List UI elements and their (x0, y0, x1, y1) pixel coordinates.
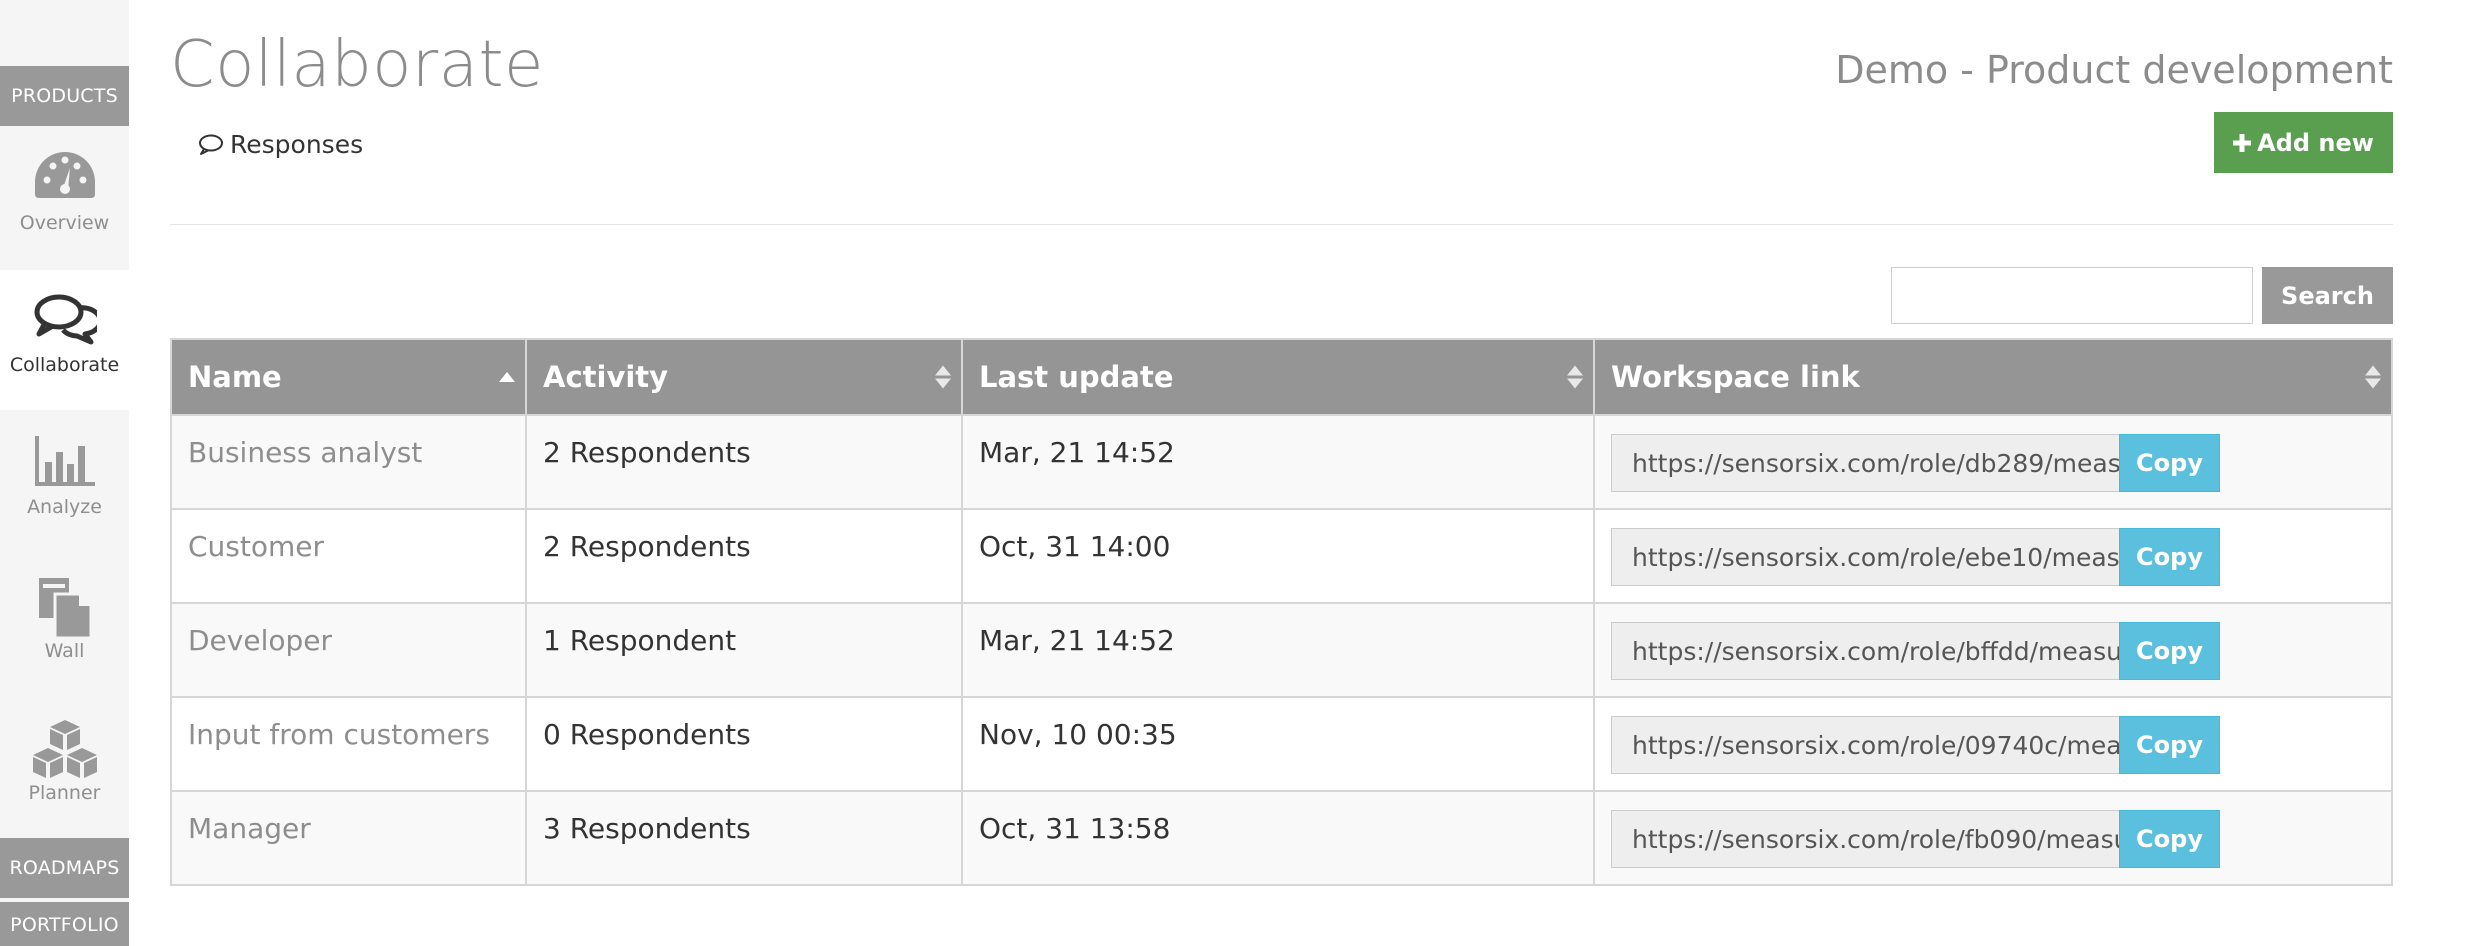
last-update-cell: Oct, 31 14:00 (963, 510, 1595, 602)
plus-icon (2233, 133, 2252, 152)
add-new-button[interactable]: Add new (2214, 112, 2393, 173)
role-name[interactable]: Developer (172, 604, 527, 696)
sidebar-header-roadmaps[interactable]: ROADMAPS (0, 838, 129, 898)
copy-button[interactable]: Copy (2119, 810, 2220, 868)
page-title: Collaborate (170, 28, 544, 102)
tab-responses-label: Responses (230, 130, 364, 159)
project-name: Demo - Product development (1835, 48, 2393, 92)
table-header: Name Activity Last update Workspace link (172, 340, 2391, 414)
sort-icon (935, 365, 951, 389)
workspace-link-cell: https://sensorsix.com/role/ebe10/measure… (1595, 510, 2391, 602)
sidebar-item-planner[interactable]: Planner (0, 696, 129, 836)
role-name[interactable]: Manager (172, 792, 527, 884)
activity-cell: 2 Respondents (527, 416, 963, 508)
documents-icon (38, 578, 92, 640)
sidebar-item-wall[interactable]: Wall (0, 554, 129, 694)
sort-asc-icon (499, 372, 515, 382)
role-name[interactable]: Business analyst (172, 416, 527, 508)
sort-icon (2365, 365, 2381, 389)
column-header-workspace-link[interactable]: Workspace link (1595, 340, 2391, 414)
sort-icon (1567, 365, 1583, 389)
bar-chart-icon (34, 436, 95, 486)
table-row: Input from customers 0 Respondents Nov, … (172, 696, 2391, 790)
table-body: Business analyst 2 Respondents Mar, 21 1… (172, 414, 2391, 884)
add-new-label: Add new (2257, 128, 2374, 157)
activity-cell: 3 Respondents (527, 792, 963, 884)
sidebar-item-label: Planner (28, 782, 101, 804)
workspace-link-cell: https://sensorsix.com/role/bffdd/measure… (1595, 604, 2391, 696)
last-update-cell: Mar, 21 14:52 (963, 416, 1595, 508)
workspace-link-cell: https://sensorsix.com/role/fb090/measure… (1595, 792, 2391, 884)
sidebar-item-label: Collaborate (9, 354, 120, 376)
column-header-name[interactable]: Name (172, 340, 527, 414)
sidebar-item-collaborate[interactable]: Collaborate (0, 270, 129, 410)
workspace-link-field[interactable]: https://sensorsix.com/role/bffdd/measure (1611, 622, 2119, 680)
sidebar-item-overview[interactable]: Overview (0, 128, 129, 268)
workspace-link-field[interactable]: https://sensorsix.com/role/fb090/measure (1611, 810, 2119, 868)
table-row: Business analyst 2 Respondents Mar, 21 1… (172, 414, 2391, 508)
sidebar-item-label: Analyze (27, 496, 102, 518)
workspace-link-field[interactable]: https://sensorsix.com/role/db289/measure (1611, 434, 2119, 492)
comment-icon (199, 134, 223, 155)
workspace-link-field[interactable]: https://sensorsix.com/role/09740c/measur… (1611, 716, 2119, 774)
copy-button[interactable]: Copy (2119, 622, 2220, 680)
copy-button[interactable]: Copy (2119, 528, 2220, 586)
sidebar-item-label: Wall (44, 640, 85, 662)
copy-button[interactable]: Copy (2119, 716, 2220, 774)
activity-cell: 2 Respondents (527, 510, 963, 602)
sidebar-item-analyze[interactable]: Analyze (0, 412, 129, 552)
sidebar-item-label: Overview (19, 212, 110, 234)
column-header-last-update[interactable]: Last update (963, 340, 1595, 414)
last-update-cell: Nov, 10 00:35 (963, 698, 1595, 790)
sidebar: PRODUCTS Overview Collaborate Analyze Wa… (0, 0, 129, 946)
table-row: Developer 1 Respondent Mar, 21 14:52 htt… (172, 602, 2391, 696)
sidebar-header-products[interactable]: PRODUCTS (0, 66, 129, 126)
cubes-icon (32, 720, 97, 778)
search-input[interactable] (1891, 267, 2253, 324)
last-update-cell: Mar, 21 14:52 (963, 604, 1595, 696)
divider (170, 224, 2393, 225)
sidebar-header-portfolio[interactable]: PORTFOLIO (0, 902, 129, 946)
chat-bubbles-icon (34, 294, 97, 345)
workspace-link-cell: https://sensorsix.com/role/09740c/measur… (1595, 698, 2391, 790)
speedometer-icon (34, 152, 95, 198)
copy-button[interactable]: Copy (2119, 434, 2220, 492)
role-name[interactable]: Customer (172, 510, 527, 602)
workspace-link-field[interactable]: https://sensorsix.com/role/ebe10/measure (1611, 528, 2119, 586)
last-update-cell: Oct, 31 13:58 (963, 792, 1595, 884)
table-row: Customer 2 Respondents Oct, 31 14:00 htt… (172, 508, 2391, 602)
roles-table: Name Activity Last update Workspace link… (170, 338, 2393, 886)
role-name[interactable]: Input from customers (172, 698, 527, 790)
table-row: Manager 3 Respondents Oct, 31 13:58 http… (172, 790, 2391, 884)
column-header-activity[interactable]: Activity (527, 340, 963, 414)
activity-cell: 0 Respondents (527, 698, 963, 790)
search-button[interactable]: Search (2262, 267, 2393, 324)
tab-responses[interactable]: Responses (198, 130, 363, 159)
activity-cell: 1 Respondent (527, 604, 963, 696)
workspace-link-cell: https://sensorsix.com/role/db289/measure… (1595, 416, 2391, 508)
